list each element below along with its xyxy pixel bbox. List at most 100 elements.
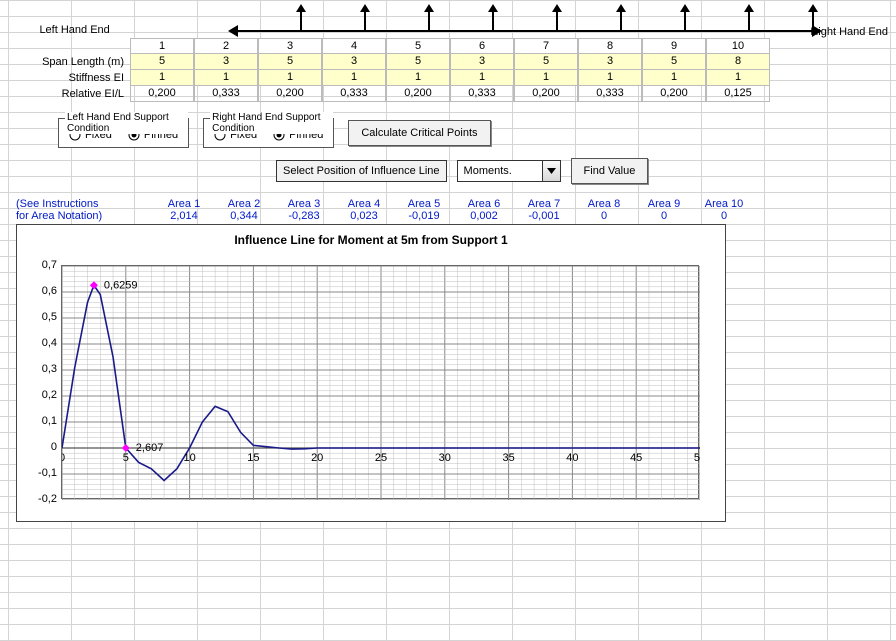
chart-title: Influence Line for Moment at 5m from Sup… (27, 233, 715, 247)
svg-text:5: 5 (123, 452, 129, 464)
cell[interactable]: 1 (258, 70, 322, 86)
cell[interactable]: 3 (194, 54, 258, 70)
cell[interactable]: 5 (258, 54, 322, 70)
y-tick-label: 0,3 (31, 363, 57, 375)
area-header: Area 8 (574, 198, 634, 210)
cell[interactable]: 3 (578, 54, 642, 70)
left-support-legend: Left Hand End Support Condition (65, 112, 188, 134)
area-value: 0 (634, 210, 694, 222)
area-note-1: (See Instructions (16, 198, 154, 210)
area-value: -0,283 (274, 210, 334, 222)
cell[interactable]: 8 (706, 54, 770, 70)
beam-left-arrow-icon (228, 25, 238, 37)
y-tick-label: 0,1 (31, 415, 57, 427)
cell: 5 (386, 38, 450, 54)
support-arrow-icon (492, 10, 494, 32)
svg-text:50: 50 (694, 452, 700, 464)
chevron-down-icon[interactable] (542, 161, 560, 181)
area-value: 0 (574, 210, 634, 222)
cell[interactable]: 1 (450, 70, 514, 86)
area-value: 0,344 (214, 210, 274, 222)
relative-eil-row: 0,2000,3330,2000,3330,2000,3330,2000,333… (130, 86, 770, 102)
cell: 0,333 (578, 86, 642, 102)
svg-text:2,607: 2,607 (136, 442, 164, 454)
cell[interactable]: 3 (450, 54, 514, 70)
stiffness-row[interactable]: 1111111111 (130, 70, 770, 86)
y-tick-label: 0,2 (31, 389, 57, 401)
area-header: Area 3 (274, 198, 334, 210)
cell: 0,333 (322, 86, 386, 102)
area-header: Area 7 (514, 198, 574, 210)
influence-line-chart: Influence Line for Moment at 5m from Sup… (16, 224, 726, 522)
span-length-row[interactable]: 5353535358 (130, 54, 770, 70)
area-header: Area 2 (214, 198, 274, 210)
support-arrow-icon (684, 10, 686, 32)
cell: 1 (130, 38, 194, 54)
svg-text:0,6259: 0,6259 (104, 279, 138, 291)
cell: 6 (450, 38, 514, 54)
cell[interactable]: 5 (386, 54, 450, 70)
cell[interactable]: 1 (514, 70, 578, 86)
stiffness-label: Stiffness EI (8, 72, 130, 84)
cell[interactable]: 1 (130, 70, 194, 86)
y-tick-label: -0,1 (31, 467, 57, 479)
area-header: Area 9 (634, 198, 694, 210)
svg-text:10: 10 (183, 452, 195, 464)
cell: 0,200 (386, 86, 450, 102)
cell[interactable]: 3 (322, 54, 386, 70)
cell: 2 (194, 38, 258, 54)
cell: 7 (514, 38, 578, 54)
il-type-combo[interactable]: Moments. (457, 160, 561, 182)
chart-plot: 0,62592,60705101520253035404550 (62, 266, 700, 500)
y-tick-label: 0,7 (31, 259, 57, 271)
beam-right-arrow-icon (812, 25, 822, 37)
area-value: 0,002 (454, 210, 514, 222)
cell: 0,333 (194, 86, 258, 102)
svg-text:20: 20 (311, 452, 323, 464)
area-value: 2,014 (154, 210, 214, 222)
right-support-legend: Right Hand End Support Condition (210, 112, 333, 134)
left-hand-end-label: Left Hand End (8, 24, 116, 38)
left-support-group: Left Hand End Support Condition Fixed Pi… (58, 118, 189, 148)
cell[interactable]: 5 (642, 54, 706, 70)
cell: 8 (578, 38, 642, 54)
relative-eil-label: Relative EI/L (8, 88, 130, 100)
area-header: Area 5 (394, 198, 454, 210)
cell[interactable]: 1 (322, 70, 386, 86)
cell: 4 (322, 38, 386, 54)
support-arrow-icon (748, 10, 750, 32)
area-note-2: for Area Notation) (16, 210, 154, 222)
support-arrow-icon (812, 10, 814, 32)
cell[interactable]: 5 (130, 54, 194, 70)
area-value: 0 (694, 210, 754, 222)
cell[interactable]: 1 (706, 70, 770, 86)
cell: 0,333 (450, 86, 514, 102)
y-tick-label: -0,2 (31, 493, 57, 505)
cell[interactable]: 1 (578, 70, 642, 86)
svg-text:40: 40 (566, 452, 578, 464)
support-arrow-icon (300, 10, 302, 32)
area-table: (See Instructions Area 1Area 2Area 3Area… (16, 198, 888, 222)
il-type-value: Moments. (458, 165, 542, 177)
cell[interactable]: 1 (642, 70, 706, 86)
find-value-button[interactable]: Find Value (571, 158, 649, 184)
svg-text:35: 35 (502, 452, 514, 464)
right-support-group: Right Hand End Support Condition Fixed P… (203, 118, 334, 148)
area-header: Area 10 (694, 198, 754, 210)
cell[interactable]: 5 (514, 54, 578, 70)
area-header: Area 4 (334, 198, 394, 210)
svg-text:25: 25 (375, 452, 387, 464)
support-arrow-icon (620, 10, 622, 32)
area-value: 0,023 (334, 210, 394, 222)
cell[interactable]: 1 (194, 70, 258, 86)
svg-text:45: 45 (630, 452, 642, 464)
support-arrow-icon (556, 10, 558, 32)
cell[interactable]: 1 (386, 70, 450, 86)
svg-text:30: 30 (439, 452, 451, 464)
area-header: Area 1 (154, 198, 214, 210)
calculate-button[interactable]: Calculate Critical Points (348, 120, 490, 146)
cell: 3 (258, 38, 322, 54)
cell: 0,125 (706, 86, 770, 102)
beam-diagram (238, 6, 807, 38)
cell: 10 (706, 38, 770, 54)
